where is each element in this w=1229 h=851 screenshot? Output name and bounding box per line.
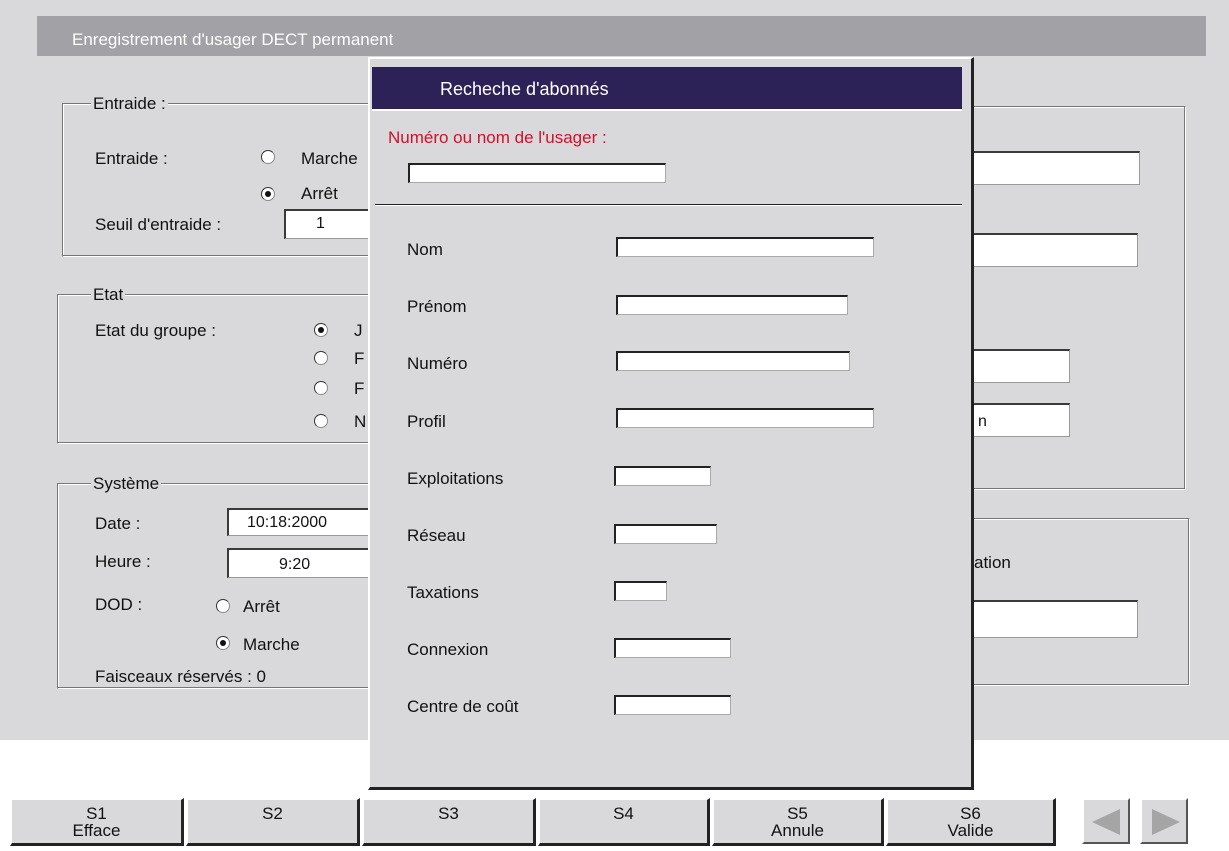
window-titlebar: Enregistrement d'usager DECT permanent	[37, 16, 1206, 56]
etat-radio-1[interactable]	[314, 323, 328, 337]
prenom-label: Prénom	[407, 297, 467, 316]
entraide-label: Entraide :	[95, 149, 168, 168]
dialog-titlebar: Recheche d'abonnés	[372, 67, 962, 111]
entraide-arret-label: Arrêt	[301, 184, 338, 203]
etat-opt-2: F	[354, 349, 365, 368]
nom-label: Nom	[407, 240, 443, 259]
taxations-input[interactable]	[614, 581, 667, 601]
seuil-input[interactable]: 1	[284, 209, 374, 239]
etat-legend: Etat	[91, 285, 126, 305]
right-field-1[interactable]	[968, 151, 1140, 185]
faisceaux-label: Faisceaux réservés : 0	[95, 667, 267, 686]
s1-efface-button[interactable]: S1 Efface	[10, 798, 184, 846]
entraide-marche-label: Marche	[301, 149, 358, 168]
etat-radio-4[interactable]	[314, 414, 328, 428]
s6-key-label: S6	[960, 804, 981, 823]
seuil-label: Seuil d'entraide :	[95, 215, 222, 234]
date-input[interactable]: 10:18:2000	[227, 508, 375, 536]
s1-key-label: S1	[86, 804, 107, 823]
dod-arret-radio[interactable]	[216, 599, 230, 613]
connexion-label: Connexion	[407, 640, 489, 659]
triangle-right-icon	[1152, 809, 1180, 835]
s5-key-label: S5	[787, 804, 808, 823]
systeme-legend: Système	[91, 474, 162, 494]
etat-opt-3: F	[354, 379, 365, 398]
dod-marche-label: Marche	[243, 635, 300, 654]
reseau-input[interactable]	[614, 524, 717, 544]
nom-input[interactable]	[616, 237, 874, 257]
centre-input[interactable]	[614, 695, 731, 715]
s3-button[interactable]: S3	[362, 798, 536, 846]
s5-action-label: Annule	[771, 821, 824, 840]
right-field-4[interactable]: n	[968, 403, 1070, 437]
etat-opt-4: N	[354, 412, 367, 431]
dod-arret-label: Arrêt	[243, 597, 280, 616]
profil-label: Profil	[407, 412, 446, 431]
s1-action-label: Efface	[72, 821, 121, 840]
heure-input[interactable]: 9:20	[227, 548, 375, 578]
search-input[interactable]	[408, 163, 666, 183]
entraide-arret-radio[interactable]	[261, 187, 275, 201]
numero-label: Numéro	[407, 354, 468, 373]
right-field-5[interactable]	[968, 600, 1138, 638]
search-label: Numéro ou nom de l'usager :	[388, 128, 607, 147]
reseau-label: Réseau	[407, 526, 466, 545]
window-title: Enregistrement d'usager DECT permanent	[72, 30, 394, 49]
dialog-separator	[375, 204, 962, 206]
entraide-marche-radio[interactable]	[261, 150, 275, 164]
etat-group	[57, 294, 377, 444]
right-field-3[interactable]	[968, 349, 1070, 383]
dod-marche-radio[interactable]	[216, 636, 230, 650]
s5-annule-button[interactable]: S5 Annule	[712, 798, 884, 846]
s6-action-label: Valide	[947, 821, 994, 840]
numero-input[interactable]	[616, 351, 850, 371]
connexion-input[interactable]	[614, 638, 731, 658]
etat-radio-2[interactable]	[314, 351, 328, 365]
right-ation-label: ation	[974, 553, 1011, 572]
prenom-input[interactable]	[616, 295, 848, 315]
dod-label: DOD :	[95, 595, 143, 614]
s6-valide-button[interactable]: S6 Valide	[886, 798, 1056, 846]
exploitations-label: Exploitations	[407, 469, 504, 488]
etat-label: Etat du groupe :	[95, 321, 216, 340]
right-field-2[interactable]	[968, 233, 1138, 267]
centre-label: Centre de coût	[407, 697, 519, 716]
s2-key-label: S2	[262, 804, 283, 823]
s3-key-label: S3	[438, 804, 459, 823]
etat-radio-3[interactable]	[314, 381, 328, 395]
taxations-label: Taxations	[407, 583, 479, 602]
date-label: Date :	[95, 514, 141, 533]
etat-opt-1: J	[354, 321, 363, 340]
s2-button[interactable]: S2	[186, 798, 360, 846]
triangle-left-icon	[1092, 809, 1120, 835]
s4-key-label: S4	[613, 804, 634, 823]
nav-left-button[interactable]	[1082, 798, 1130, 844]
entraide-legend: Entraide :	[91, 94, 168, 114]
s4-button[interactable]: S4	[538, 798, 710, 846]
profil-input[interactable]	[616, 408, 874, 428]
exploitations-input[interactable]	[614, 466, 711, 486]
heure-label: Heure :	[95, 552, 151, 571]
dialog-title: Recheche d'abonnés	[440, 79, 609, 99]
nav-right-button[interactable]	[1140, 798, 1188, 844]
